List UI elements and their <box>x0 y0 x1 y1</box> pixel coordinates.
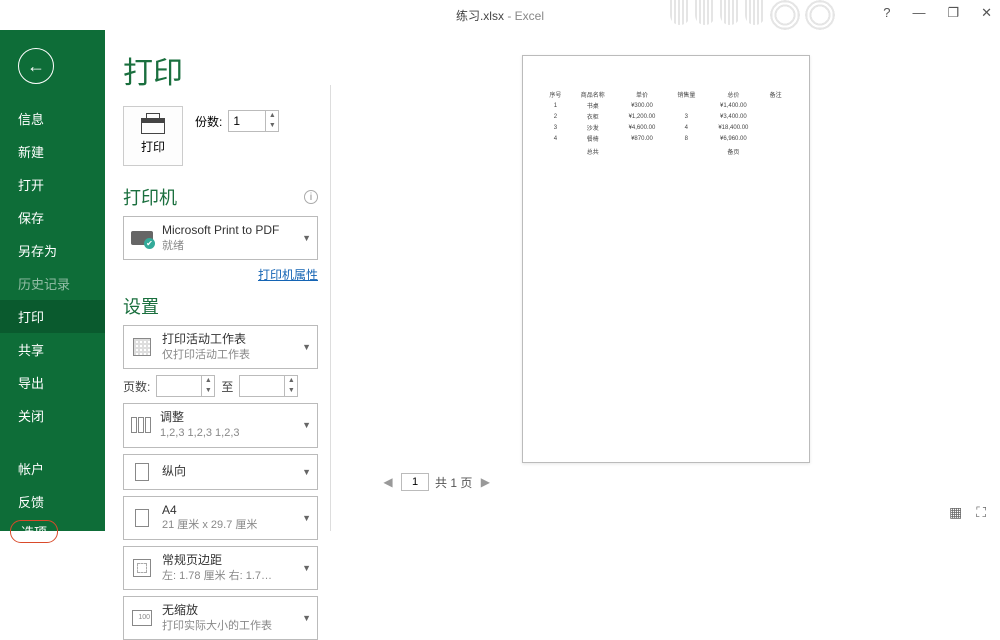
printer-icon <box>141 118 165 134</box>
chevron-down-icon: ▼ <box>302 233 311 243</box>
page-to-input[interactable] <box>240 376 284 396</box>
nav-item-历史记录[interactable]: 历史记录 <box>0 267 105 300</box>
nav-item-另存为[interactable]: 另存为 <box>0 234 105 267</box>
print-panel: 打印 打印 份数: ▲▼ 打印机 i Microsoft Print to PD… <box>105 30 330 531</box>
printer-select[interactable]: Microsoft Print to PDF 就绪 ▼ <box>123 216 318 260</box>
portrait-icon <box>135 463 149 481</box>
page-from-input[interactable] <box>157 376 201 396</box>
scale-icon: 100 <box>132 610 152 626</box>
chevron-down-icon[interactable]: ▼ <box>266 121 278 131</box>
nav-item-打开[interactable]: 打开 <box>0 168 105 201</box>
nav-item-打印[interactable]: 打印 <box>0 300 105 333</box>
printer-status-icon <box>131 231 153 245</box>
nav-item-关闭[interactable]: 关闭 <box>0 399 105 432</box>
nav-item-导出[interactable]: 导出 <box>0 366 105 399</box>
scaling-select[interactable]: 100 无缩放打印实际大小的工作表 ▼ <box>123 596 318 640</box>
page-to-spinner[interactable]: ▲▼ <box>239 375 298 397</box>
margins-icon <box>133 559 151 577</box>
nav-item-反馈[interactable]: 反馈 <box>0 485 105 518</box>
copies-spinner[interactable]: ▲▼ <box>228 110 279 132</box>
help-button[interactable]: ? <box>883 5 890 21</box>
paper-size-select[interactable]: A421 厘米 x 29.7 厘米 ▼ <box>123 496 318 540</box>
page-icon <box>135 509 149 527</box>
orientation-select[interactable]: 纵向 ▼ <box>123 454 318 490</box>
copies-label: 份数: <box>195 113 222 130</box>
prev-page-button[interactable]: ◀ <box>381 475 395 489</box>
show-margins-button[interactable]: ▦ <box>949 504 962 521</box>
window-title: 练习.xlsx - Excel <box>456 7 544 24</box>
next-page-button[interactable]: ▶ <box>478 475 492 489</box>
copies-input[interactable] <box>229 111 265 131</box>
preview-page: 序号商品名称单价销售量总价备注 1书桌¥300.00¥1,400.002衣柜¥1… <box>522 55 810 463</box>
sheet-icon <box>133 338 151 356</box>
nav-item-新建[interactable]: 新建 <box>0 135 105 168</box>
nav-item-信息[interactable]: 信息 <box>0 102 105 135</box>
close-button[interactable]: ✕ <box>981 5 992 21</box>
minimize-button[interactable]: — <box>912 5 925 21</box>
print-button[interactable]: 打印 <box>123 106 183 166</box>
collate-select[interactable]: 调整1,2,3 1,2,3 1,2,3 ▼ <box>123 403 318 447</box>
print-preview: 序号商品名称单价销售量总价备注 1书桌¥300.00¥1,400.002衣柜¥1… <box>331 30 1000 531</box>
maximize-button[interactable]: ❐ <box>947 5 959 21</box>
page-heading: 打印 <box>123 48 318 92</box>
options-button[interactable]: 选项 <box>10 520 58 543</box>
pages-label: 页数: <box>123 378 150 395</box>
printer-properties-link[interactable]: 打印机属性 <box>123 266 318 283</box>
back-button[interactable]: ← <box>18 48 54 84</box>
backstage-sidebar: ← 信息新建打开保存另存为历史记录打印共享导出关闭 帐户反馈 选项 <box>0 30 105 531</box>
collate-icon <box>130 414 152 436</box>
page-input[interactable] <box>401 473 429 491</box>
nav-item-保存[interactable]: 保存 <box>0 201 105 234</box>
nav-item-帐户[interactable]: 帐户 <box>0 452 105 485</box>
chevron-down-icon: ▼ <box>302 342 311 352</box>
page-from-spinner[interactable]: ▲▼ <box>156 375 215 397</box>
zoom-to-page-button[interactable]: ⛶ <box>976 504 986 521</box>
printer-section-head: 打印机 i <box>123 184 318 210</box>
titlebar: 练习.xlsx - Excel ? — ❐ ✕ <box>0 0 1000 30</box>
settings-section-head: 设置 <box>123 293 318 319</box>
pager: ◀ 共 1 页 ▶ <box>381 473 492 491</box>
margins-select[interactable]: 常规页边距左: 1.78 厘米 右: 1.7… ▼ <box>123 546 318 590</box>
nav-item-共享[interactable]: 共享 <box>0 333 105 366</box>
info-icon[interactable]: i <box>304 190 318 204</box>
chevron-up-icon[interactable]: ▲ <box>266 111 278 121</box>
print-what-select[interactable]: 打印活动工作表仅打印活动工作表 ▼ <box>123 325 318 369</box>
